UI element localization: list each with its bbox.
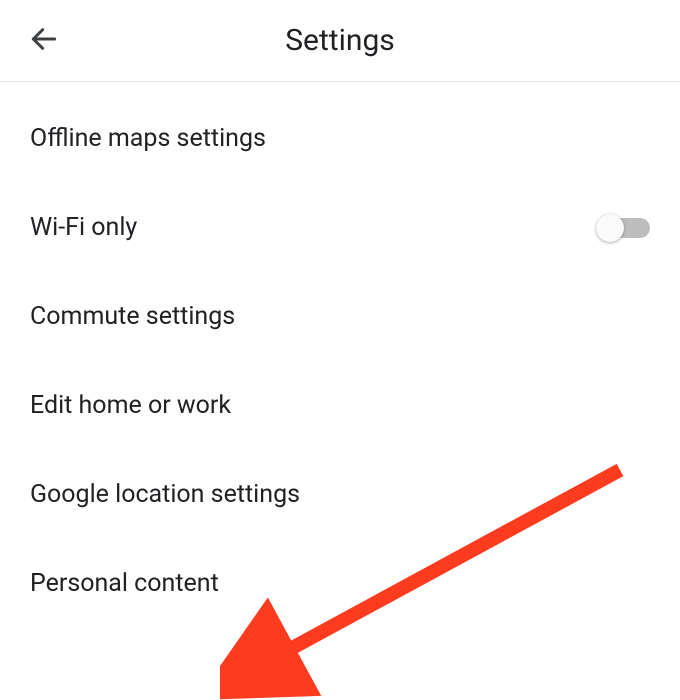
settings-item-google-location[interactable]: Google location settings [0,450,680,539]
settings-item-offline-maps[interactable]: Offline maps settings [0,94,680,183]
settings-item-commute[interactable]: Commute settings [0,272,680,361]
settings-item-label: Wi-Fi only [30,213,137,242]
settings-list: Offline maps settings Wi-Fi only Commute… [0,82,680,628]
arrow-left-icon [28,23,60,58]
settings-item-label: Personal content [30,569,219,598]
settings-item-wifi-only[interactable]: Wi-Fi only [0,183,680,272]
back-button[interactable] [20,17,68,65]
wifi-only-toggle[interactable] [598,218,650,238]
settings-item-edit-home-work[interactable]: Edit home or work [0,361,680,450]
header-bar: Settings [0,0,680,82]
settings-item-label: Google location settings [30,480,300,509]
settings-item-label: Commute settings [30,302,235,331]
page-title: Settings [285,23,395,58]
settings-item-label: Offline maps settings [30,124,266,153]
toggle-knob [596,214,624,242]
settings-item-personal-content[interactable]: Personal content [0,539,680,628]
settings-item-label: Edit home or work [30,391,231,420]
